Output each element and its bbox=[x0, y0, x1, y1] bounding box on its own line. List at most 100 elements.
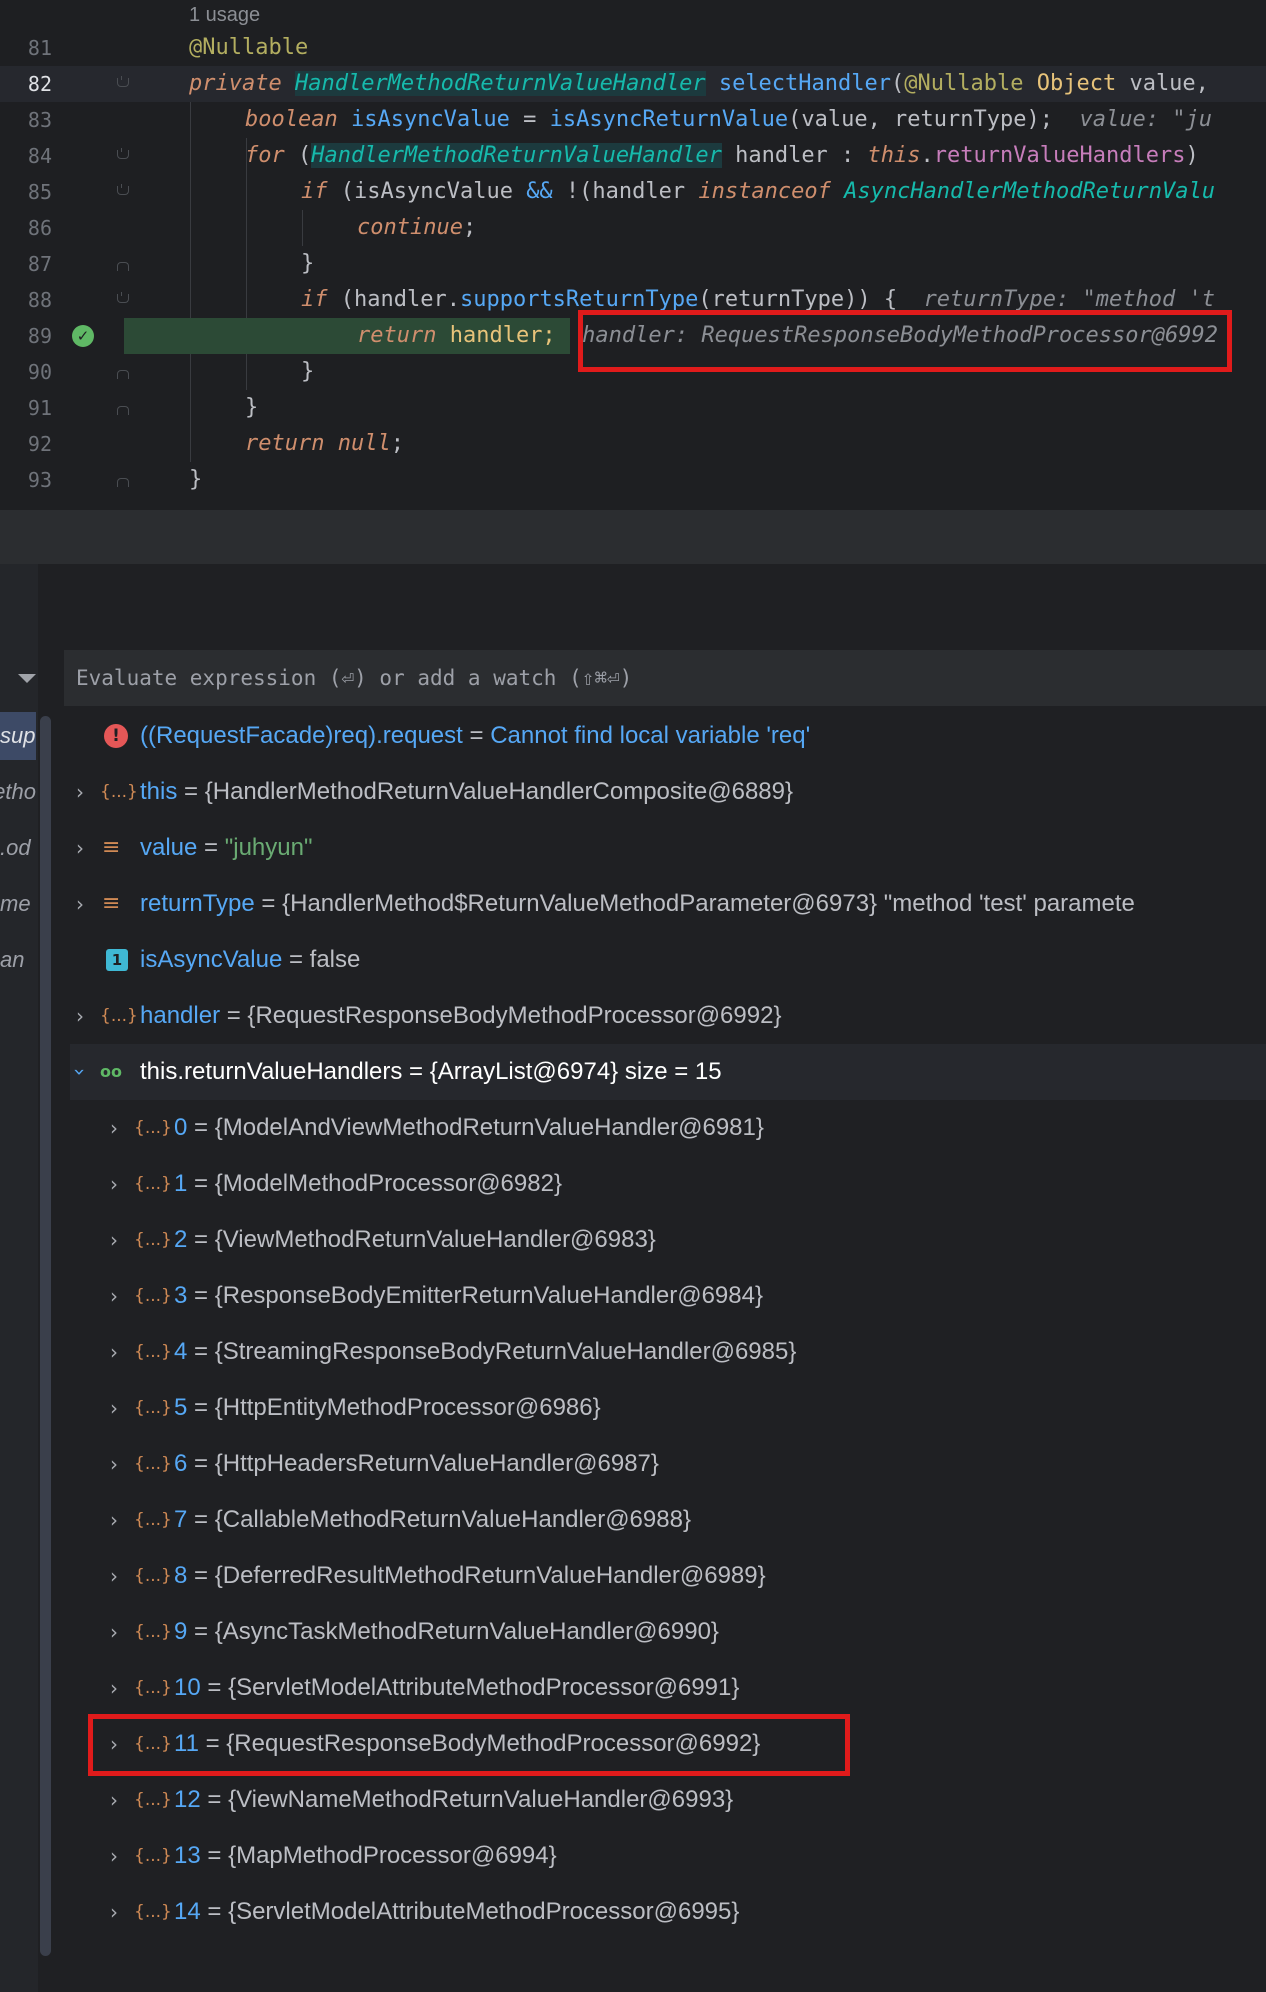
code-line-82[interactable]: 82 private HandlerMethodReturnValueHandl… bbox=[0, 66, 1266, 102]
code-line-83[interactable]: 83 boolean isAsyncValue = isAsyncReturnV… bbox=[0, 102, 1266, 138]
array-element-row[interactable]: › {...} 0 = {ModelAndViewMethodReturnValue… bbox=[104, 1100, 1266, 1156]
line-number: 81 bbox=[27, 36, 52, 60]
fold-close-icon[interactable] bbox=[117, 406, 129, 415]
array-element-row[interactable]: › {...} 2 = {ViewMethodReturnValueHandler@… bbox=[104, 1212, 1266, 1268]
variable-name: isAsyncValue bbox=[140, 946, 283, 973]
equals-sign: = bbox=[200, 1786, 229, 1813]
evaluate-expression-input[interactable]: Evaluate expression (⏎) or add a watch (… bbox=[64, 650, 1266, 706]
array-element-row[interactable]: › {...} 4 = {StreamingResponseBodyReturnVa… bbox=[104, 1324, 1266, 1380]
expand-chevron-icon[interactable]: › bbox=[104, 1660, 124, 1716]
param-token: value, bbox=[1116, 71, 1209, 96]
code-line-84[interactable]: 84 for (HandlerMethodReturnValueHandler … bbox=[0, 138, 1266, 174]
fold-open-icon[interactable] bbox=[117, 184, 129, 195]
variable-row-value[interactable]: › ≡ value = "juhyun" bbox=[70, 820, 1266, 876]
variable-row-handler[interactable]: › {...} handler = {RequestResponseBodyMe… bbox=[70, 988, 1266, 1044]
keyword-token: continue bbox=[357, 215, 463, 240]
expand-chevron-icon[interactable]: › bbox=[104, 1100, 124, 1156]
frame-item[interactable]: sup bbox=[0, 712, 36, 760]
fold-open-icon[interactable] bbox=[117, 76, 129, 87]
expand-chevron-icon[interactable]: › bbox=[104, 1156, 124, 1212]
expand-chevron-icon[interactable]: › bbox=[104, 1212, 124, 1268]
variable-row-isAsyncValue[interactable]: 1 isAsyncValue = false bbox=[70, 932, 1266, 988]
frame-item[interactable]: an bbox=[0, 936, 36, 984]
paren-token: ( bbox=[297, 143, 312, 168]
expand-chevron-icon[interactable]: › bbox=[104, 1324, 124, 1380]
array-element-row[interactable]: › {...} 7 = {CallableMethodReturnValueHand… bbox=[104, 1492, 1266, 1548]
expand-chevron-icon[interactable]: › bbox=[104, 1436, 124, 1492]
line-number: 93 bbox=[27, 468, 52, 492]
frame-item[interactable]: me bbox=[0, 880, 36, 928]
expand-chevron-icon[interactable]: › bbox=[70, 988, 90, 1044]
array-element-row[interactable]: › {...} 1 = {ModelMethodProcessor@6982} bbox=[104, 1156, 1266, 1212]
code-line-91[interactable]: 91 } bbox=[0, 390, 1266, 426]
variable-value: {HandlerMethodReturnValueHandlerComposit… bbox=[204, 778, 793, 805]
equals-sign: = bbox=[187, 1170, 215, 1197]
expand-chevron-icon[interactable]: › bbox=[104, 1268, 124, 1324]
collapse-toggle-icon[interactable] bbox=[18, 674, 36, 683]
editor-bottom-bar bbox=[0, 510, 1266, 564]
fold-close-icon[interactable] bbox=[117, 262, 129, 271]
array-element-row[interactable]: › {...} 3 = {ResponseBodyEmitterReturnValu… bbox=[104, 1268, 1266, 1324]
expand-chevron-icon[interactable]: › bbox=[70, 876, 90, 932]
array-index: 6 bbox=[174, 1450, 188, 1477]
array-element-value: {StreamingResponseBodyReturnValueHandler… bbox=[214, 1338, 797, 1365]
array-element-row[interactable]: › {...} 14 = {ServletModelAttributeMethodP… bbox=[104, 1884, 1266, 1940]
equals-sign: = bbox=[187, 1114, 215, 1141]
array-element-row[interactable]: › {...} 13 = {MapMethodProcessor@6994} bbox=[104, 1828, 1266, 1884]
usage-hint[interactable]: 1 usage bbox=[189, 0, 260, 30]
paren-token: ( bbox=[891, 71, 905, 96]
array-element-row[interactable]: › {...} 8 = {DeferredResultMethodReturnVal… bbox=[104, 1548, 1266, 1604]
array-index: 13 bbox=[174, 1842, 201, 1869]
array-element-row[interactable]: › {...} 9 = {AsyncTaskMethodReturnValueHan… bbox=[104, 1604, 1266, 1660]
expand-chevron-icon[interactable]: › bbox=[104, 1772, 124, 1828]
array-element-row[interactable]: › {...} 5 = {HttpEntityMethodProcessor@698… bbox=[104, 1380, 1266, 1436]
expand-chevron-icon[interactable]: › bbox=[70, 764, 90, 820]
field-token: returnValueHandlers bbox=[933, 143, 1186, 168]
operator-token: = bbox=[509, 107, 550, 132]
frames-scrollbar[interactable] bbox=[40, 716, 51, 1956]
object-icon: {...} bbox=[134, 1230, 172, 1250]
array-element-row[interactable]: › {...} 10 = {ServletModelAttributeMethodP… bbox=[104, 1660, 1266, 1716]
array-index: 1 bbox=[174, 1170, 188, 1197]
line-number: 89 bbox=[27, 324, 52, 348]
expand-chevron-icon[interactable]: › bbox=[104, 1380, 124, 1436]
code-line-86[interactable]: 86 continue; bbox=[0, 210, 1266, 246]
watch-expression: ((RequestFacade)req).request bbox=[140, 722, 463, 749]
code-line-81[interactable]: 81 @Nullable bbox=[0, 30, 1266, 66]
fold-close-icon[interactable] bbox=[117, 370, 129, 379]
equals-sign: = bbox=[220, 1002, 248, 1029]
object-icon: {...} bbox=[100, 782, 138, 802]
variable-row-returnType[interactable]: › ≡ returnType = {HandlerMethod$ReturnVa… bbox=[70, 876, 1266, 932]
expand-chevron-icon[interactable]: › bbox=[104, 1828, 124, 1884]
fold-open-icon[interactable] bbox=[117, 148, 129, 159]
code-line-92[interactable]: 92 return null; bbox=[0, 426, 1266, 462]
equals-sign: = bbox=[187, 1394, 215, 1421]
debugger-variables-panel[interactable]: sup etho od. me an Evaluate expression (… bbox=[0, 564, 1266, 1992]
expand-chevron-icon[interactable]: › bbox=[104, 1604, 124, 1660]
breakpoint-check-icon[interactable]: ✓ bbox=[72, 325, 94, 347]
expand-chevron-icon[interactable]: › bbox=[104, 1492, 124, 1548]
fold-close-icon[interactable] bbox=[117, 478, 129, 487]
expand-chevron-icon[interactable]: › bbox=[70, 820, 90, 876]
class-token: Object bbox=[1036, 71, 1117, 96]
line-number: 88 bbox=[27, 288, 52, 312]
expand-chevron-icon[interactable]: › bbox=[104, 1884, 124, 1940]
variable-row-this[interactable]: › {...} this = {HandlerMethodReturnValue… bbox=[70, 764, 1266, 820]
array-index: 5 bbox=[174, 1394, 188, 1421]
array-element-row[interactable]: › {...} 12 = {ViewNameMethodReturnValueHan… bbox=[104, 1772, 1266, 1828]
fold-open-icon[interactable] bbox=[117, 292, 129, 303]
array-element-row[interactable]: › {...} 6 = {HttpHeadersReturnValueHandler… bbox=[104, 1436, 1266, 1492]
variable-row-error[interactable]: ! ((RequestFacade)req).request = Cannot … bbox=[70, 708, 1266, 764]
brace-token: } bbox=[245, 395, 259, 420]
code-line-93[interactable]: 93 } bbox=[0, 462, 1266, 498]
frame-item[interactable]: etho bbox=[0, 768, 36, 816]
variable-row-returnValueHandlers[interactable]: › oo this.returnValueHandlers = {ArrayLi… bbox=[68, 1044, 1266, 1100]
frame-item[interactable]: od. bbox=[0, 824, 36, 872]
code-line-87[interactable]: 87 } bbox=[0, 246, 1266, 282]
array-index: 14 bbox=[174, 1898, 201, 1925]
expand-chevron-icon[interactable]: › bbox=[104, 1548, 124, 1604]
method-token: selectHandler bbox=[705, 71, 892, 96]
code-editor[interactable]: 1 usage 81 @Nullable 82 private HandlerM… bbox=[0, 0, 1266, 510]
object-icon: {...} bbox=[134, 1678, 172, 1698]
code-line-85[interactable]: 85 if (isAsyncValue && !(handler instanc… bbox=[0, 174, 1266, 210]
